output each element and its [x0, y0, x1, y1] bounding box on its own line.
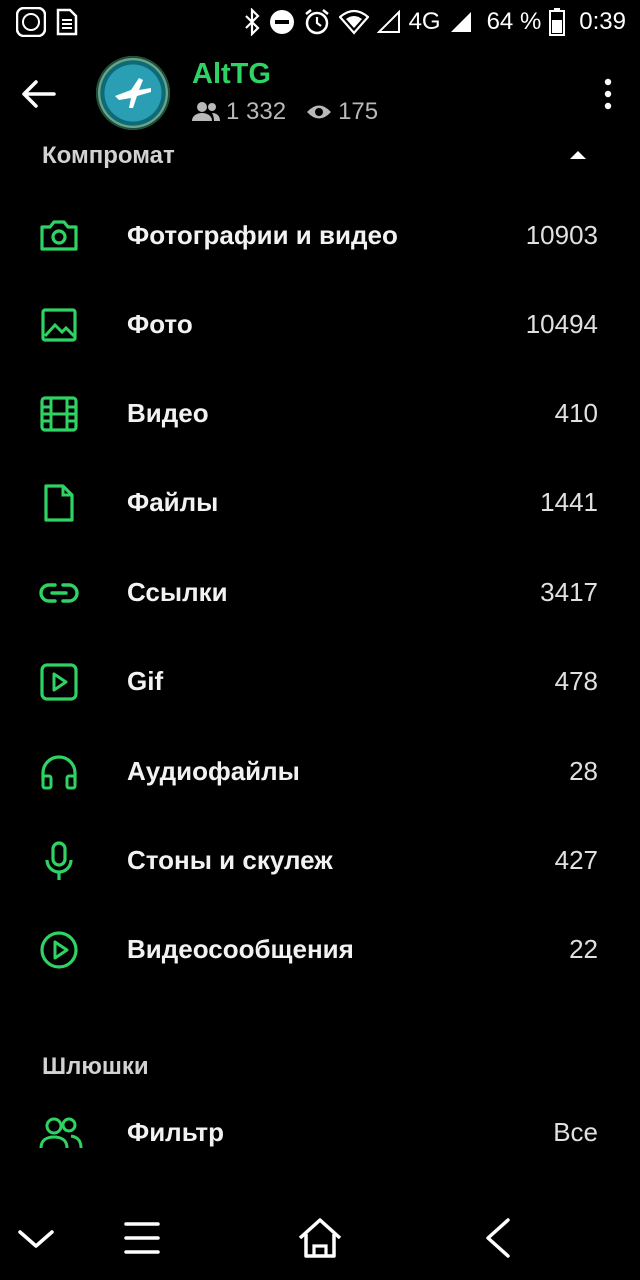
headphones-icon: [41, 755, 77, 790]
media-row-files[interactable]: Файлы 1441: [0, 459, 640, 547]
media-row-label: Фото: [127, 309, 193, 339]
more-options-icon[interactable]: [596, 74, 620, 114]
views-count: 175: [338, 98, 379, 125]
battery-percent: 64 %: [486, 8, 542, 35]
section-title-members: Шлюшки: [42, 1053, 149, 1080]
media-row-count: 427: [554, 845, 598, 875]
media-row-count: 478: [554, 666, 598, 696]
members-filter-row[interactable]: Фильтр Все: [0, 1089, 640, 1177]
members-count: 1 332: [226, 98, 287, 125]
media-row-count: 22: [569, 934, 598, 964]
media-row-voice[interactable]: Стоны и скулеж 427: [0, 817, 640, 905]
media-row-photos-videos[interactable]: Фотографии и видео 10903: [0, 192, 640, 280]
media-row-label: Стоны и скулеж: [127, 845, 333, 875]
media-row-count: 410: [554, 398, 598, 428]
media-row-count: 10494: [525, 309, 598, 339]
avatar[interactable]: [96, 56, 170, 130]
gif-play-icon: [40, 663, 78, 701]
film-icon: [40, 396, 78, 432]
status-bar: 4G 64 % 0:39: [0, 0, 640, 44]
media-row-video-messages[interactable]: Видеосообщения 22: [0, 906, 640, 994]
media-row-label: Ссылки: [127, 577, 228, 607]
back-nav-icon[interactable]: [474, 1214, 522, 1262]
media-row-label: Gif: [127, 666, 164, 696]
video-message-icon: [40, 931, 78, 969]
media-row-videos[interactable]: Видео 410: [0, 370, 640, 458]
microphone-icon: [45, 841, 73, 880]
system-nav-bar: [0, 1196, 640, 1280]
wifi-icon: [338, 9, 369, 35]
link-icon: [39, 583, 79, 603]
users-filter-icon: [39, 1117, 83, 1149]
signal-empty-icon: [376, 10, 400, 33]
do-not-disturb-icon: [269, 10, 294, 34]
filter-label: Фильтр: [127, 1117, 225, 1147]
battery-icon: [549, 8, 566, 36]
jet-icon: [115, 78, 151, 108]
media-row-label: Аудиофайлы: [127, 756, 300, 786]
clock: 0:39: [579, 8, 626, 35]
media-row-count: 3417: [540, 577, 598, 607]
media-row-label: Файлы: [127, 487, 219, 517]
chat-header: AltTG 1 332 175: [0, 52, 640, 132]
channel-stats: 1 332 175: [192, 98, 390, 126]
file-icon: [44, 484, 74, 522]
media-row-label: Видео: [127, 398, 209, 428]
media-row-photos[interactable]: Фото 10494: [0, 281, 640, 369]
media-row-label: Видеосообщения: [127, 934, 354, 964]
chevron-down-icon[interactable]: [12, 1214, 60, 1262]
bluetooth-icon: [244, 8, 260, 36]
views-eye-icon: [307, 105, 332, 119]
media-row-count: 10903: [525, 220, 598, 250]
image-icon: [41, 308, 77, 342]
filter-value: Все: [553, 1117, 598, 1147]
network-type: 4G: [408, 8, 441, 35]
home-icon[interactable]: [296, 1214, 344, 1262]
back-arrow-icon[interactable]: [18, 74, 58, 114]
alarm-icon: [304, 9, 329, 35]
camera-icon: [40, 220, 78, 251]
collapse-arrow-icon[interactable]: [566, 146, 590, 164]
media-row-audio[interactable]: Аудиофайлы 28: [0, 728, 640, 816]
media-row-label: Фотографии и видео: [127, 220, 398, 250]
recent-apps-icon[interactable]: [118, 1214, 166, 1262]
section-title-media: Компромат: [42, 142, 175, 169]
media-row-count: 28: [569, 756, 598, 786]
sim-card-icon: [56, 8, 78, 36]
media-row-links[interactable]: Ссылки 3417: [0, 549, 640, 637]
media-row-count: 1441: [540, 487, 598, 517]
signal-full-icon: [450, 12, 471, 32]
mi-app-icon: [16, 7, 46, 37]
channel-title: AltTG: [192, 58, 271, 90]
media-row-gif[interactable]: Gif 478: [0, 638, 640, 726]
members-icon: [192, 102, 220, 121]
